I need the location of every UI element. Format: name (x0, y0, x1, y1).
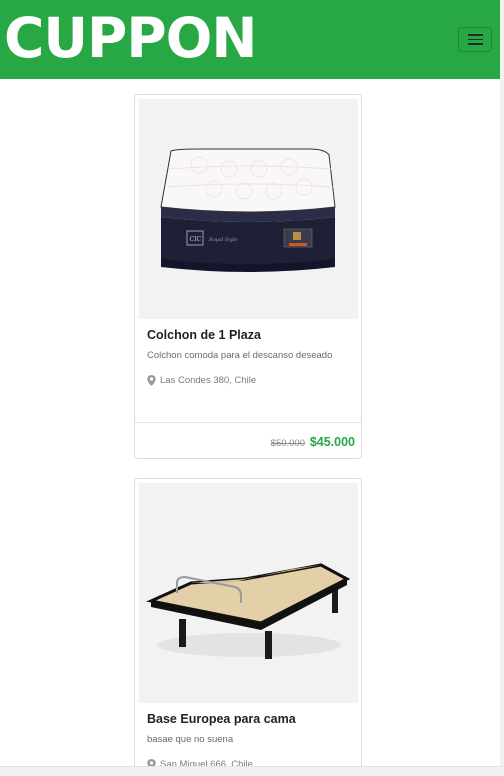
top-navbar: CUPPON (0, 0, 500, 79)
discount-price: $45.000 (309, 435, 355, 449)
card-footer: $50.000 $45.000 (135, 422, 361, 458)
product-card[interactable]: Base Europea para cama basae que no suen… (134, 478, 362, 776)
product-location: Las Condes 380, Chile (147, 375, 256, 386)
product-title[interactable]: Colchon de 1 Plaza (147, 328, 261, 342)
product-image[interactable] (139, 483, 358, 703)
horizontal-scrollbar[interactable] (0, 766, 504, 776)
product-description: basae que no suena (147, 734, 234, 745)
mattress-image: CIC Royal Style (160, 148, 336, 272)
bed-base-image (146, 563, 351, 659)
old-price: $50.000 (270, 438, 305, 449)
map-pin-icon (147, 375, 156, 386)
hamburger-menu-icon (467, 34, 483, 36)
brand-logo[interactable]: CUPPON (4, 2, 257, 74)
location-text: Las Condes 380, Chile (160, 375, 257, 386)
svg-text:CIC: CIC (190, 236, 202, 243)
svg-text:Royal Style: Royal Style (208, 237, 238, 243)
product-description: Colchon comoda para el descanso deseado (147, 350, 333, 361)
product-card[interactable]: CIC Royal Style Colchon de 1 Plaza Colch… (134, 94, 362, 459)
product-image[interactable]: CIC Royal Style (139, 99, 358, 319)
vertical-scrollbar[interactable] (500, 0, 504, 776)
product-title[interactable]: Base Europea para cama (147, 712, 296, 726)
menu-toggle-button[interactable] (458, 27, 492, 52)
